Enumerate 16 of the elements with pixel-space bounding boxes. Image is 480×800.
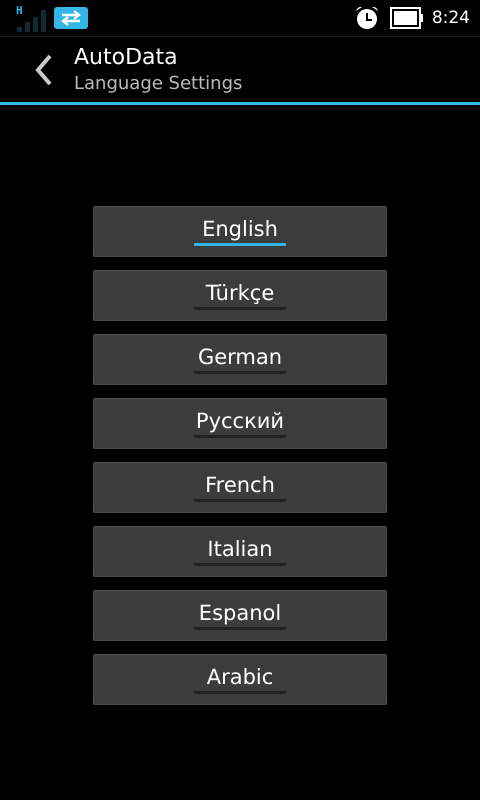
language-button[interactable]: Espanol [93, 590, 387, 641]
alarm-clock-icon [354, 5, 380, 31]
app-title: AutoData [74, 44, 179, 72]
language-button[interactable]: English [93, 206, 387, 257]
back-icon[interactable] [34, 52, 54, 86]
network-type: H [16, 4, 23, 17]
battery-icon [390, 7, 424, 29]
screen-subtitle: Language Settings [74, 72, 242, 96]
clock-time: 8:24 [432, 8, 470, 28]
language-button[interactable]: Русский [93, 398, 387, 449]
language-button[interactable]: French [93, 462, 387, 513]
data-transfer-icon [54, 7, 88, 29]
language-button[interactable]: German [93, 334, 387, 385]
language-button[interactable]: Türkçe [93, 270, 387, 321]
language-button[interactable]: Italian [93, 526, 387, 577]
language-button[interactable]: Arabic [93, 654, 387, 705]
